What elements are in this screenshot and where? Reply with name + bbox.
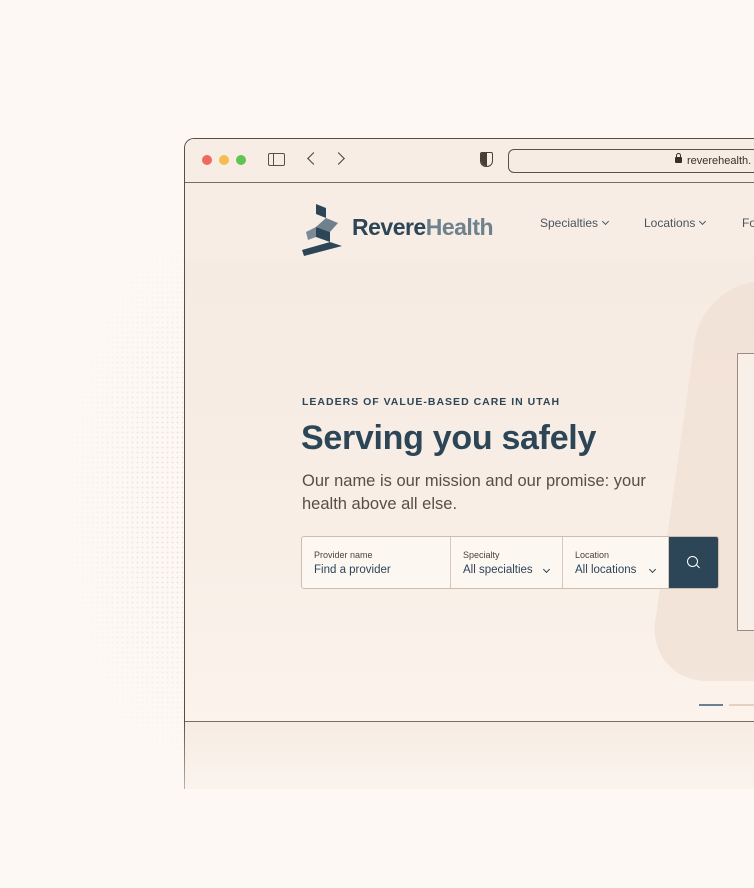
nav-locations[interactable]: Locations [644, 216, 707, 230]
revere-health-logo-icon[interactable] [302, 204, 344, 256]
chevron-down-icon [601, 217, 610, 226]
nav-specialties[interactable]: Specialties [540, 216, 610, 230]
browser-window: reverehealth. RevereHealth Specialties L… [184, 138, 754, 789]
lock-icon [675, 153, 682, 163]
browser-toolbar: reverehealth. [185, 139, 754, 183]
search-icon [687, 556, 698, 567]
maximize-window-icon[interactable] [236, 155, 246, 165]
location-value: All locations [575, 564, 637, 576]
carousel-indicator[interactable] [729, 704, 754, 706]
back-chevron-icon[interactable] [307, 152, 320, 165]
provider-name-input[interactable]: Find a provider [314, 564, 391, 576]
hero-section: LEADERS OF VALUE-BASED CARE IN UTAH Serv… [185, 261, 754, 721]
nav-locations-label: Locations [644, 216, 696, 230]
address-bar[interactable]: reverehealth. [508, 149, 754, 173]
nav-truncated-label: Fo [742, 216, 754, 230]
close-window-icon[interactable] [202, 155, 212, 165]
hero-subhead: Our name is our mission and our promise:… [302, 472, 646, 513]
chevron-down-icon [542, 565, 551, 574]
logo-word-revere: Revere [352, 214, 426, 240]
specialty-value: All specialties [463, 564, 533, 576]
hero-eyebrow: LEADERS OF VALUE-BASED CARE IN UTAH [302, 396, 561, 408]
specialty-label: Specialty [463, 550, 500, 560]
location-select[interactable]: Location All locations [563, 537, 669, 588]
nav-truncated-item[interactable]: Fo [742, 216, 754, 230]
forward-chevron-icon[interactable] [332, 152, 345, 165]
provider-search-form: Provider name Find a provider Specialty … [301, 536, 719, 589]
privacy-shield-icon[interactable] [480, 152, 493, 167]
location-label: Location [575, 550, 610, 560]
logo-wordmark[interactable]: RevereHealth [352, 214, 494, 241]
url-text: reverehealth. [687, 155, 752, 167]
fade-overlay [184, 720, 754, 888]
chevron-down-icon [648, 565, 657, 574]
hero-headline: Serving you safely [301, 419, 597, 457]
search-button[interactable] [669, 537, 718, 588]
specialty-select[interactable]: Specialty All specialties [451, 537, 563, 588]
logo-word-health: Health [425, 214, 494, 240]
site-header: RevereHealth Specialties Locations Fo [185, 183, 754, 262]
carousel-indicator-active[interactable] [699, 704, 723, 706]
sidebar-toggle-icon[interactable] [268, 153, 285, 166]
nav-specialties-label: Specialties [540, 216, 599, 230]
hero-image-frame [737, 353, 754, 631]
minimize-window-icon[interactable] [219, 155, 229, 165]
provider-name-field[interactable]: Provider name Find a provider [302, 537, 451, 588]
chevron-down-icon [699, 217, 707, 226]
provider-name-label: Provider name [314, 550, 373, 560]
